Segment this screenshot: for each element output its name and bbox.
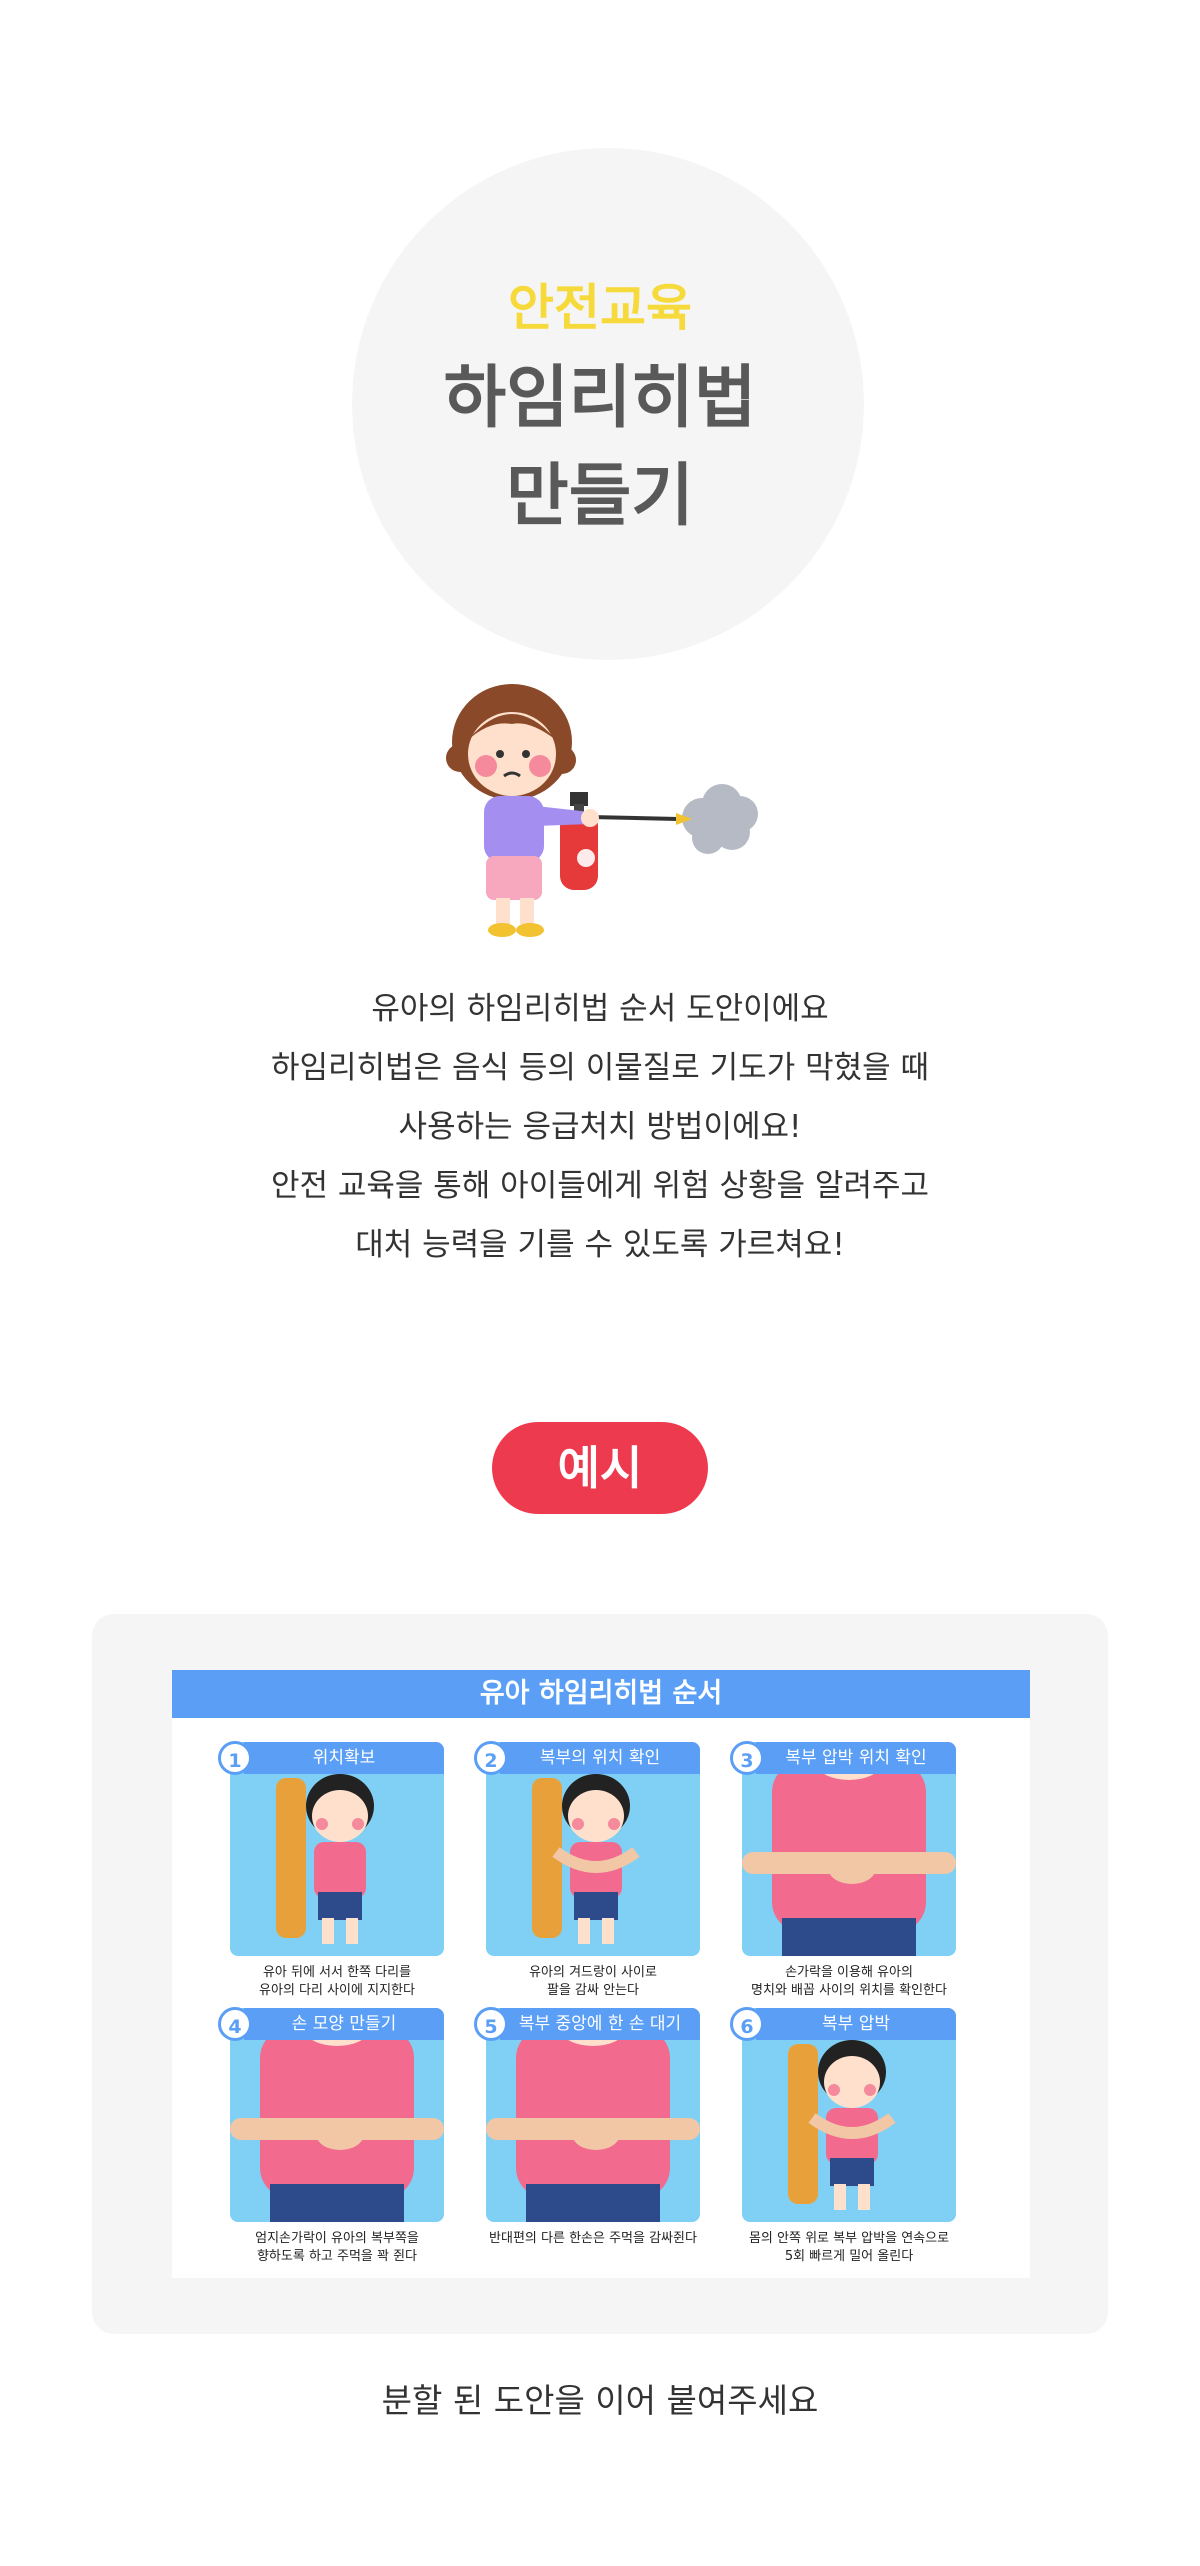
hero-subtitle: 안전교육 [508,279,692,337]
description-line: 유아의 하임리히법 순서 도안이에요 [371,991,829,1027]
torso-closeup-icon [742,1752,956,1956]
step-number: 5 [474,2007,508,2041]
step-caption-line: 손가락을 이용해 유아의 [785,1965,913,1980]
step-caption-line: 명치와 배꼽 사이의 위치를 확인한다 [751,1983,947,1998]
hero-title-line2: 만들기 [506,457,694,536]
step-caption-line: 유아의 다리 사이에 지지한다 [259,1983,415,1998]
footer-note: 분할 된 도안을 이어 붙여주세요 [381,2381,819,2420]
example-badge: 예시 [492,1422,708,1514]
step-caption: 유아 뒤에 서서 한쪽 다리를 유아의 다리 사이에 지지한다 [210,1964,464,2000]
step-illustration [486,1742,700,1956]
description-line: 하임리히법은 음식 등의 이물질로 기도가 막혔을 때 [270,1050,930,1086]
step-number: 4 [218,2007,252,2041]
description-block: 유아의 하임리히법 순서 도안이에요 하임리히법은 음식 등의 이물질로 기도가… [0,980,1200,1275]
description-line: 사용하는 응급처치 방법이에요! [398,1109,802,1145]
step-number: 1 [218,1741,252,1775]
step-caption: 몸의 안쪽 위로 복부 압박을 연속으로 5회 빠르게 밀어 올린다 [722,2230,976,2266]
step-caption-line: 반대편의 다른 한손은 주먹을 감싸쥔다 [489,2231,697,2246]
step-caption: 엄지손가락이 유아의 복부쪽을 향하도록 하고 주먹을 꽉 쥔다 [210,2230,464,2266]
step-illustration [742,1742,956,1956]
fire-extinguisher-icon [560,792,598,890]
step-label: 복부 중앙에 한 손 대기 [500,2008,700,2040]
step-label: 위치확보 [244,1742,444,1774]
step-illustration [742,2008,956,2222]
girl-fire-extinguisher-illustration [446,684,758,937]
worksheet-title: 유아 하임리히법 순서 [172,1670,1030,1718]
child-figure-icon [532,1774,640,1944]
heimlich-worksheet-card: 유아 하임리히법 순서 위치확보 1 유아 뒤에 서서 한쪽 다리를 유아의 다… [172,1670,1030,2278]
step-caption-line: 엄지손가락이 유아의 복부쪽을 [255,2231,419,2246]
step-label: 복부 압박 [756,2008,956,2040]
smoke-cloud-icon [682,784,758,854]
step-number: 3 [730,1741,764,1775]
step-label: 손 모양 만들기 [244,2008,444,2040]
step-label: 복부 압박 위치 확인 [756,1742,956,1774]
step-number: 6 [730,2007,764,2041]
step-caption-line: 팔을 감싸 안는다 [547,1983,639,1998]
child-figure-icon [276,1774,374,1944]
child-figure-icon [788,2040,896,2210]
step-illustration [230,2008,444,2222]
step-number: 2 [474,1741,508,1775]
step-caption-line: 유아의 겨드랑이 사이로 [529,1965,657,1980]
step-label: 복부의 위치 확인 [500,1742,700,1774]
hero-title-line1: 하임리히법 [443,359,757,438]
step-caption-line: 향하도록 하고 주먹을 꽉 쥔다 [256,2249,418,2264]
torso-closeup-icon [486,2018,700,2222]
step-illustration [230,1742,444,1956]
description-line: 안전 교육을 통해 아이들에게 위험 상황을 알려주고 [270,1168,930,1204]
step-caption: 유아의 겨드랑이 사이로 팔을 감싸 안는다 [466,1964,720,2000]
torso-closeup-icon [230,2018,444,2222]
step-caption: 반대편의 다른 한손은 주먹을 감싸쥔다 [466,2230,720,2248]
step-caption: 손가락을 이용해 유아의 명치와 배꼽 사이의 위치를 확인한다 [722,1964,976,2000]
step-caption-line: 몸의 안쪽 위로 복부 압박을 연속으로 [748,2231,950,2246]
description-line: 대처 능력을 기를 수 있도록 가르쳐요! [355,1227,845,1263]
step-caption-line: 유아 뒤에 서서 한쪽 다리를 [262,1965,412,1980]
step-illustration [486,2008,700,2222]
step-caption-line: 5회 빠르게 밀어 올린다 [784,2249,914,2264]
